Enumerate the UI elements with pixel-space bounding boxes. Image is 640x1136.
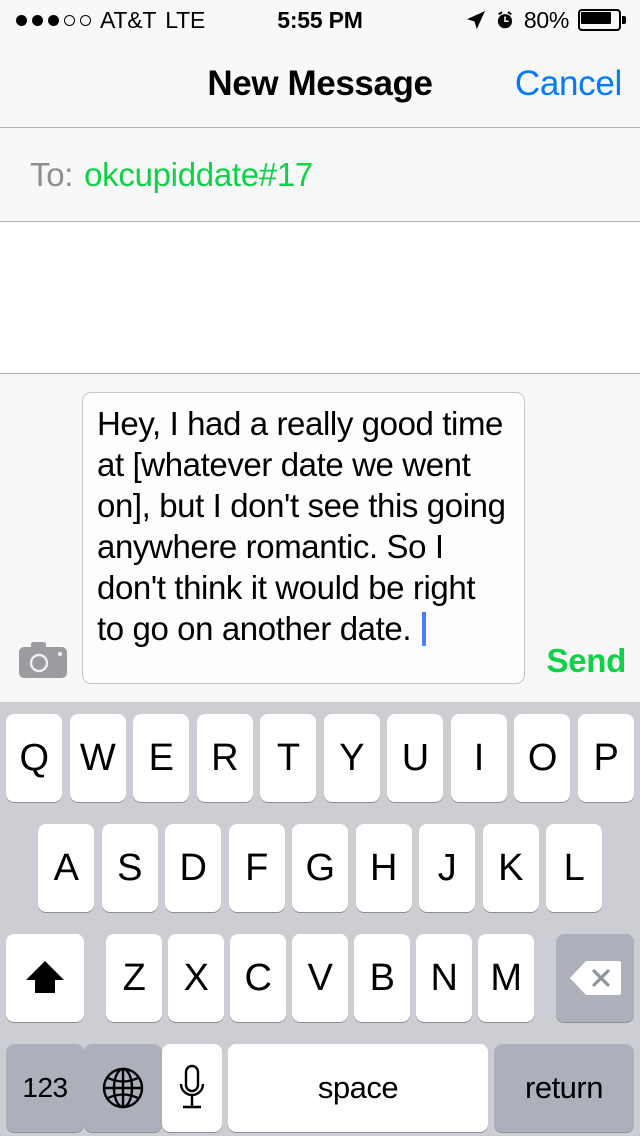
key-g[interactable]: G (292, 824, 348, 912)
key-c[interactable]: C (230, 934, 286, 1022)
key-q[interactable]: Q (6, 714, 62, 802)
microphone-icon (178, 1063, 206, 1113)
status-bar-right: 80% (466, 7, 626, 34)
globe-key[interactable] (84, 1044, 162, 1132)
key-f[interactable]: F (228, 824, 285, 912)
keyboard-row-2: ASDFGHJKL (0, 824, 640, 912)
message-text-field[interactable]: Hey, I had a really good time at [whatev… (82, 392, 525, 684)
battery-percent-label: 80% (523, 6, 569, 33)
key-z[interactable]: Z (106, 934, 162, 1022)
key-o[interactable]: O (514, 714, 571, 802)
space-key[interactable]: space (228, 1044, 488, 1132)
recipient-field[interactable]: To: okcupiddate#17 (0, 128, 640, 222)
key-w[interactable]: W (69, 714, 126, 802)
phone-screen: AT&T LTE 5:55 PM 80% New Message Cancel … (0, 0, 640, 1136)
key-a[interactable]: A (38, 824, 94, 912)
key-b[interactable]: B (354, 934, 410, 1022)
key-r[interactable]: R (196, 714, 253, 802)
keyboard-row-3-letters: ZXCVBNM (106, 934, 534, 1022)
recipient-label: To: (30, 155, 74, 193)
message-input-bar: Hey, I had a really good time at [whatev… (0, 373, 640, 702)
shift-arrow-icon (22, 955, 68, 1001)
recipient-value[interactable]: okcupiddate#17 (84, 156, 313, 194)
message-text: Hey, I had a really good time at [whatev… (97, 405, 515, 647)
numeric-key[interactable]: 123 (6, 1044, 84, 1132)
dictation-key[interactable] (162, 1044, 222, 1132)
key-j[interactable]: J (419, 824, 475, 912)
send-button[interactable]: Send (547, 642, 627, 680)
key-d[interactable]: D (165, 824, 221, 912)
shift-key[interactable] (6, 934, 84, 1022)
key-i[interactable]: I (450, 714, 507, 802)
backspace-delete-icon (569, 959, 623, 997)
status-bar: AT&T LTE 5:55 PM 80% (0, 0, 640, 40)
key-p[interactable]: P (577, 714, 634, 802)
key-m[interactable]: M (478, 934, 534, 1022)
key-e[interactable]: E (133, 714, 190, 802)
globe-language-icon (100, 1065, 146, 1111)
battery-icon (578, 9, 626, 31)
return-key[interactable]: return (494, 1044, 634, 1132)
key-k[interactable]: K (482, 824, 539, 912)
key-x[interactable]: X (168, 934, 224, 1022)
cancel-button[interactable]: Cancel (515, 40, 622, 127)
key-h[interactable]: H (355, 824, 412, 912)
key-l[interactable]: L (546, 824, 602, 912)
navigation-bar: New Message Cancel (0, 40, 640, 128)
key-s[interactable]: S (101, 824, 158, 912)
keyboard-row-4: 123 space return (0, 1044, 640, 1132)
alarm-clock-icon (495, 10, 515, 30)
camera-icon[interactable] (18, 640, 68, 680)
keyboard-row-3: ZXCVBNM (0, 934, 640, 1022)
on-screen-keyboard: QWERTYUIOP ASDFGHJKL ZXCVBNM 123 space r… (0, 702, 640, 1136)
conversation-area (0, 222, 640, 373)
key-t[interactable]: T (260, 714, 317, 802)
key-u[interactable]: U (387, 714, 444, 802)
key-n[interactable]: N (416, 934, 472, 1022)
backspace-key[interactable] (556, 934, 634, 1022)
keyboard-row-1: QWERTYUIOP (0, 714, 640, 802)
location-arrow-icon (466, 10, 486, 30)
key-y[interactable]: Y (323, 714, 380, 802)
text-caret (421, 612, 426, 646)
key-v[interactable]: V (292, 934, 348, 1022)
